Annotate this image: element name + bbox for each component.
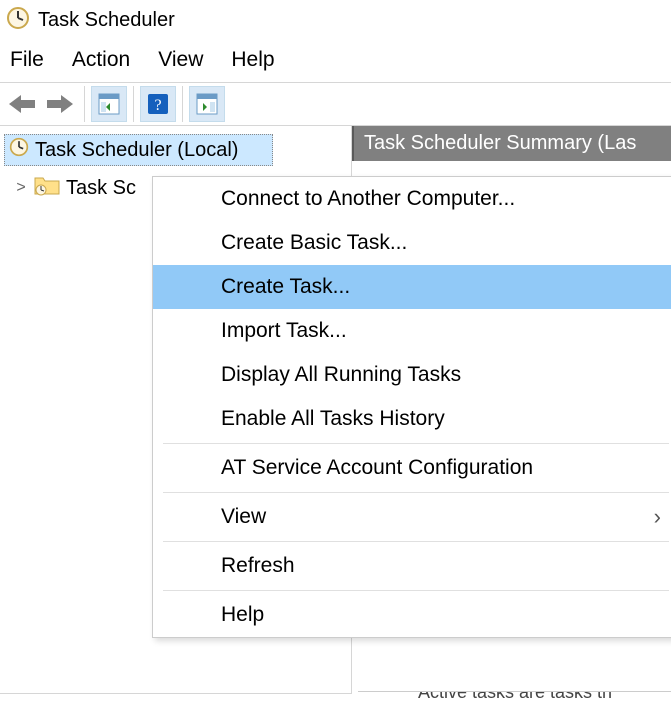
ctx-enable-history[interactable]: Enable All Tasks History bbox=[153, 397, 671, 441]
menu-action[interactable]: Action bbox=[72, 48, 130, 72]
ctx-refresh[interactable]: Refresh bbox=[153, 544, 671, 588]
nav-back-button[interactable] bbox=[4, 86, 40, 122]
folder-clock-icon bbox=[34, 174, 60, 202]
ctx-connect[interactable]: Connect to Another Computer... bbox=[153, 177, 671, 221]
ctx-create-basic[interactable]: Create Basic Task... bbox=[153, 221, 671, 265]
active-tasks-hint: Active tasks are tasks th bbox=[358, 691, 671, 703]
toolbar-separator bbox=[84, 86, 85, 122]
ctx-separator bbox=[163, 541, 669, 542]
show-hide-tree-button[interactable] bbox=[91, 86, 127, 122]
menu-file[interactable]: File bbox=[10, 48, 44, 72]
ctx-separator bbox=[163, 590, 669, 591]
ctx-help[interactable]: Help bbox=[153, 593, 671, 637]
menu-help[interactable]: Help bbox=[231, 48, 274, 72]
ctx-separator bbox=[163, 443, 669, 444]
titlebar: Task Scheduler bbox=[0, 0, 671, 40]
show-hide-action-button[interactable] bbox=[189, 86, 225, 122]
ctx-view-submenu[interactable]: View bbox=[153, 495, 671, 539]
ctx-display-all[interactable]: Display All Running Tasks bbox=[153, 353, 671, 397]
context-menu: Connect to Another Computer... Create Ba… bbox=[152, 176, 671, 638]
ctx-import-task[interactable]: Import Task... bbox=[153, 309, 671, 353]
ctx-create-task[interactable]: Create Task... bbox=[153, 265, 671, 309]
svg-text:?: ? bbox=[154, 97, 161, 114]
nav-forward-button[interactable] bbox=[42, 86, 78, 122]
expand-icon[interactable]: > bbox=[14, 179, 28, 197]
app-icon bbox=[6, 6, 30, 35]
menubar: File Action View Help bbox=[0, 40, 671, 82]
menu-view[interactable]: View bbox=[158, 48, 203, 72]
toolbar: ? bbox=[0, 82, 671, 126]
tree-root-label: Task Scheduler (Local) bbox=[35, 139, 238, 162]
toolbar-separator bbox=[133, 86, 134, 122]
clock-icon bbox=[9, 137, 29, 163]
tree-root-node[interactable]: Task Scheduler (Local) bbox=[4, 134, 273, 166]
toolbar-separator bbox=[182, 86, 183, 122]
ctx-separator bbox=[163, 492, 669, 493]
window-title: Task Scheduler bbox=[38, 9, 175, 32]
help-button[interactable]: ? bbox=[140, 86, 176, 122]
tree-child-label: Task Sc bbox=[66, 177, 136, 200]
ctx-at-config[interactable]: AT Service Account Configuration bbox=[153, 446, 671, 490]
summary-header: Task Scheduler Summary (Las bbox=[352, 126, 671, 161]
